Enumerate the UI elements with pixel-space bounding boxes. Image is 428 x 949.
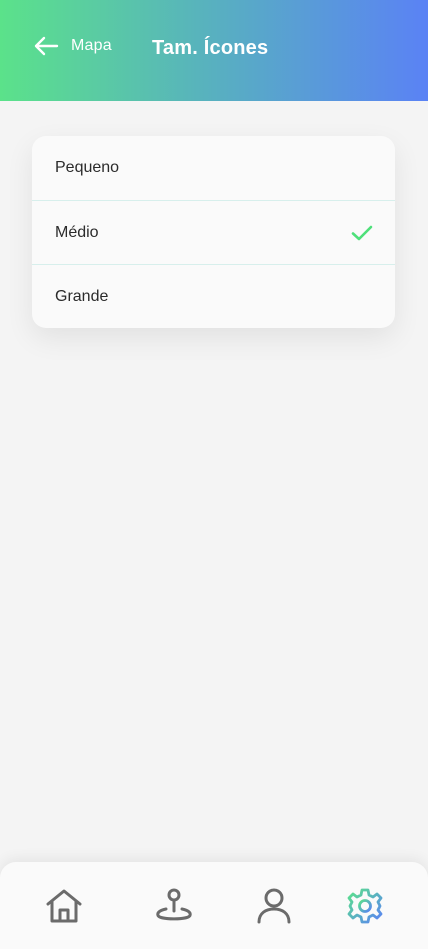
back-label: Mapa: [71, 37, 112, 54]
option-grande[interactable]: Grande: [32, 264, 395, 328]
tab-profile[interactable]: [252, 884, 296, 928]
checkmark-icon: [351, 225, 373, 240]
tab-settings[interactable]: [343, 884, 387, 928]
option-label: Grande: [55, 287, 109, 305]
tab-location[interactable]: [152, 884, 196, 928]
option-pequeno[interactable]: Pequeno: [32, 136, 395, 200]
tab-home[interactable]: [42, 884, 86, 928]
location-pin-icon: [156, 888, 192, 921]
app-header: Mapa Tam. Ícones: [0, 0, 428, 101]
back-button[interactable]: Mapa: [33, 36, 112, 56]
option-label: Médio: [55, 223, 99, 241]
user-icon: [257, 888, 291, 924]
bottom-tab-bar: [0, 862, 428, 949]
icon-size-options-card: Pequeno Médio Grande: [32, 136, 395, 328]
home-icon: [46, 889, 82, 923]
arrow-left-icon: [34, 36, 59, 56]
page-title: Tam. Ícones: [152, 37, 269, 59]
gear-icon: [347, 888, 383, 924]
option-label: Pequeno: [55, 159, 120, 176]
option-medio[interactable]: Médio: [32, 200, 395, 264]
